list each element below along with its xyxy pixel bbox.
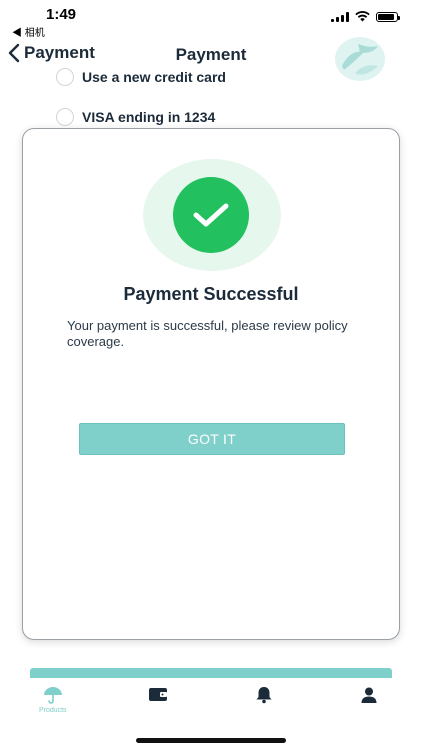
tab-profile[interactable] (317, 678, 422, 728)
wifi-icon (355, 11, 370, 22)
user-icon (361, 687, 377, 703)
check-circle-icon (173, 177, 249, 253)
tab-products[interactable]: Products (0, 678, 106, 728)
battery-icon (376, 11, 400, 22)
status-time: 1:49 (46, 6, 77, 23)
payment-option-label: VISA ending in 1234 (82, 109, 216, 125)
checkmark-icon (193, 203, 229, 227)
radio-icon[interactable] (56, 108, 74, 126)
got-it-button[interactable]: GOT IT (79, 423, 345, 455)
payment-option-label: Use a new credit card (82, 69, 226, 85)
payment-option-visa[interactable]: VISA ending in 1234 (56, 108, 215, 126)
tab-label: Products (38, 707, 67, 714)
tab-wallet[interactable] (106, 678, 212, 728)
status-back-app[interactable]: ◀ 相机 (12, 24, 45, 39)
bell-icon (256, 687, 272, 704)
success-dialog: Payment Successful Your payment is succe… (22, 128, 400, 640)
success-halo (143, 159, 281, 271)
bottom-tab-bar: Products (0, 678, 422, 728)
radio-icon[interactable] (56, 68, 74, 86)
dialog-message: Your payment is successful, please revie… (67, 318, 348, 349)
brand-logo-icon (335, 37, 385, 81)
wallet-icon (149, 688, 168, 701)
home-indicator[interactable] (136, 738, 286, 743)
app-header: Payment Payment (0, 37, 422, 81)
primary-action-button[interactable] (30, 668, 392, 678)
umbrella-icon (43, 687, 62, 704)
tab-notifications[interactable] (211, 678, 317, 728)
status-icons (331, 11, 400, 22)
dialog-title: Payment Successful (123, 284, 299, 304)
signal-icon (331, 11, 349, 22)
payment-option-new-card[interactable]: Use a new credit card (56, 68, 226, 86)
